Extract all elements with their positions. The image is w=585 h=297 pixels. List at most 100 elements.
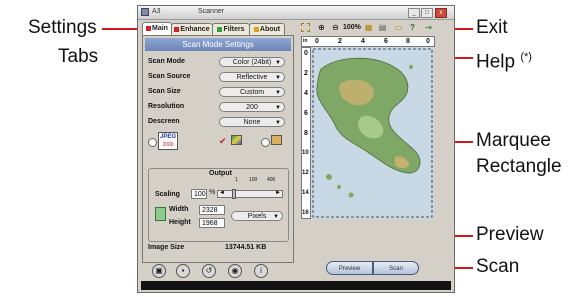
scan-size-value: Custom [239,89,265,96]
tab-filters-label: Filters [223,26,245,33]
open-folder-button[interactable]: ▣ [152,264,166,278]
scaling-unit: % [209,189,216,196]
tab-filters[interactable]: Filters [212,23,250,35]
scan-mode-label: Scan Mode [148,58,185,65]
panel-title: Scan Mode Settings [145,38,291,51]
maximize-button[interactable]: □ [421,8,433,18]
scaling-slider[interactable]: ◄ ► [217,189,283,199]
ruler-v-tick: 12 [302,170,309,176]
scan-size-select[interactable]: Custom ▼ [219,87,285,97]
save-button[interactable]: ▪ [176,264,190,278]
preview-button[interactable]: Preview [326,261,373,275]
jpeg-badge-sub: 2000 [162,142,174,148]
tab-about-label: About [259,26,281,33]
callout-exit: Exit [476,17,508,38]
reset-button[interactable]: ↺ [202,264,216,278]
ruler-v-tick: 10 [302,150,309,156]
chevron-down-icon: ▼ [275,105,281,111]
height-label: Height [169,219,191,226]
zoom-out-icon[interactable]: ⊖ [331,23,340,32]
ruler-h-tick: 0 [315,38,319,45]
ruler-v-tick: 14 [302,190,309,196]
callout-preview: Preview [476,224,544,245]
tab-enhance-label: Enhance [180,26,210,33]
output-title: Output [209,170,232,177]
height-input[interactable]: 1968 [199,218,225,228]
tiff-radio[interactable] [261,138,270,147]
chevron-down-icon: ▼ [275,120,281,126]
tab-about-icon [253,26,259,32]
vertical-ruler: 0 2 4 6 8 10 12 14 16 [301,47,311,219]
minimize-button[interactable]: _ [408,8,420,18]
tab-about[interactable]: About [249,23,285,35]
app-icon [141,8,149,16]
scanner-window: A3 Scanner _ □ x Main Enhance Filters Ab… [137,5,455,293]
tab-main-icon [146,25,152,31]
window-app-name: A3 [152,8,161,15]
close-button[interactable]: x [435,8,447,18]
scan-source-select[interactable]: Reflective ▼ [219,72,285,82]
chevron-down-icon: ▼ [275,75,281,81]
image-size-value: 13744.51 KB [225,244,267,251]
slider-right-arrow-icon[interactable]: ► [275,190,281,196]
scaling-input[interactable]: 100 [191,189,207,199]
comment-icon[interactable]: ▭ [394,23,403,32]
settings-button[interactable]: ◉ [228,264,242,278]
ruler-v-tick: 6 [304,110,308,117]
ruler-h-tick: 4 [361,38,365,45]
window-title: Scanner [198,8,225,15]
scan-source-value: Reflective [236,74,268,81]
callout-settings: Settings [28,17,97,38]
ruler-v-tick: 0 [304,50,308,57]
scan-button[interactable]: Scan [373,261,419,275]
title-bar[interactable]: A3 Scanner _ □ x [138,6,454,20]
units-select[interactable]: Pixels ▼ [231,211,283,221]
ruler-h-tick: 8 [406,38,410,45]
ruler-h-tick: 6 [384,38,388,45]
marquee-tool-icon[interactable] [301,23,310,32]
slider-thumb[interactable] [232,189,236,199]
check-icon[interactable]: ✔ [219,136,227,146]
scan-source-label: Scan Source [148,73,191,80]
jpeg2000-icon[interactable]: JPEG 2000 [158,132,178,150]
output-panel: Output 1 100 400 Scaling 100 % ◄ ► Width… [148,168,289,242]
resolution-select[interactable]: 200 ▼ [219,102,285,112]
fit-icon[interactable]: ▦ [364,23,373,32]
scale-mark-400: 400 [267,177,276,183]
ruler-h-tick: 0 [426,38,430,45]
tab-filters-icon [217,26,223,32]
descreen-value: None [243,119,261,126]
help-icon[interactable]: ? [408,23,417,32]
scan-mode-select[interactable]: Color (24bit) ▼ [219,57,285,67]
ruler-v-tick: 8 [304,130,308,137]
tab-enhance[interactable]: Enhance [171,23,213,35]
scale-mark-1: 1 [235,177,238,183]
scan-mode-value: Color (24bit) [232,59,272,66]
ruler-corner: in [303,38,308,44]
scale-mark-100: 100 [249,177,258,183]
tab-enhance-icon [174,26,180,32]
tiff-format-icon[interactable] [271,135,282,145]
tab-main[interactable]: Main [142,22,172,36]
descreen-select[interactable]: None ▼ [219,117,285,127]
exit-icon[interactable]: ⇥ [424,23,433,32]
callout-scan: Scan [476,256,520,277]
chevron-down-icon: ▼ [275,60,281,66]
status-bar [141,281,451,290]
units-value: Pixels [247,213,267,220]
callout-marquee-1: Marquee [476,130,551,151]
jpeg-radio[interactable] [148,138,157,147]
width-input[interactable]: 2328 [199,205,225,215]
zoom-level: 100% [343,24,361,31]
arrange-icon[interactable]: ▤ [378,23,387,32]
preview-area[interactable] [311,47,434,219]
callout-marquee-2: Rectangle [476,156,562,177]
slider-left-arrow-icon[interactable]: ◄ [219,190,225,196]
info-button[interactable]: i [254,264,268,278]
descreen-label: Descreen [148,118,180,125]
ruler-v-tick: 4 [304,90,308,97]
lock-aspect-icon[interactable] [155,207,166,221]
color-format-icon[interactable] [231,135,242,145]
zoom-in-icon[interactable]: ⊕ [317,23,326,32]
callout-help: Help (*) [476,46,532,73]
